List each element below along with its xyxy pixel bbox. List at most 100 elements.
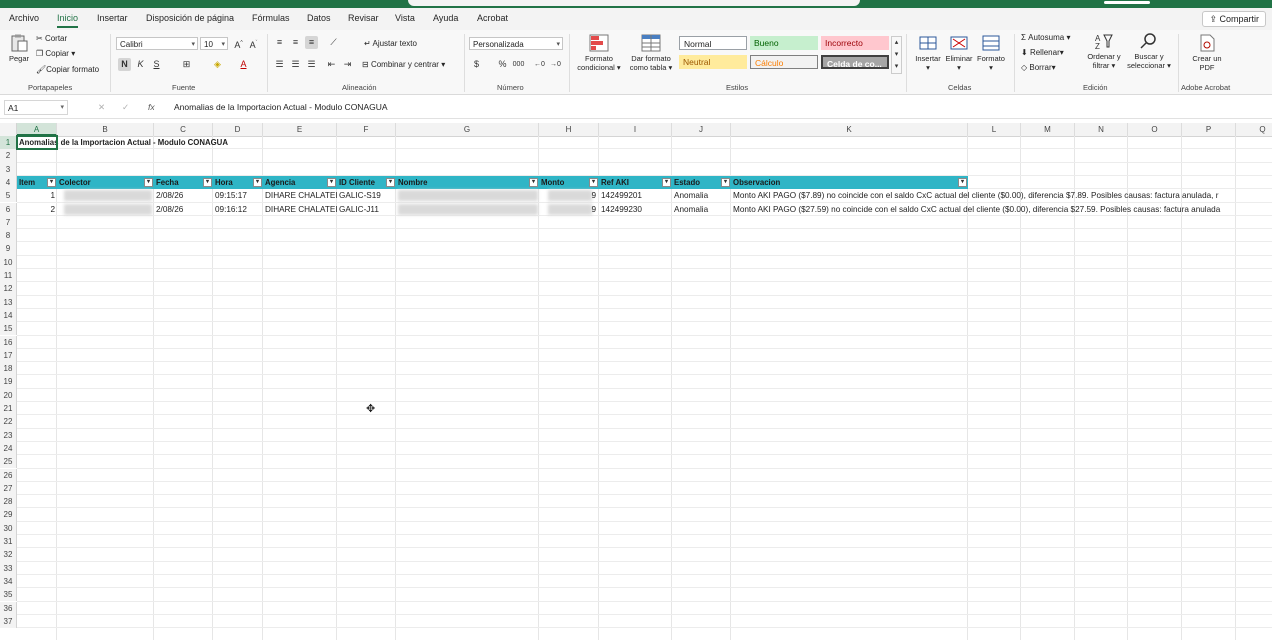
table-header-estado[interactable]: Estado ▾ [672,176,731,190]
filter-dropdown-icon[interactable]: ▾ [144,178,153,188]
find-select-button[interactable]: Buscar y seleccionar ▾ [1124,32,1174,70]
wrap-text-button[interactable]: ↵ Ajustar texto [364,39,417,48]
style-check-cell[interactable]: Celda de co... [821,55,889,69]
decrease-font-icon[interactable]: Aˇ [247,37,260,50]
tab-datos[interactable]: Datos [307,13,331,23]
tab-formulas[interactable]: Fórmulas [252,13,290,23]
row-header-10[interactable]: 10 [0,255,17,269]
filter-dropdown-icon[interactable]: ▾ [958,178,967,188]
table-header-monto[interactable]: Monto ▾ [539,176,599,190]
filter-dropdown-icon[interactable]: ▾ [529,178,538,188]
tab-ayuda[interactable]: Ayuda [433,13,458,23]
cell-estado[interactable]: Anomalia [672,189,731,202]
row-header-16[interactable]: 16 [0,335,17,349]
column-header-h[interactable]: H [539,123,599,136]
insert-cells-button[interactable]: Insertar ▾ [912,34,944,72]
column-header-j[interactable]: J [672,123,731,136]
row-header-3[interactable]: 3 [0,162,17,176]
row-header-11[interactable]: 11 [0,269,17,283]
copy-button[interactable]: ❐ Copiar ▾ [36,49,75,58]
style-normal[interactable]: Normal [679,36,747,50]
increase-decimal-icon[interactable]: ←0 [533,58,546,71]
table-header-ref-aki[interactable]: Ref AKI ▾ [599,176,672,190]
clear-button[interactable]: ◇ Borrar▾ [1021,63,1056,72]
cell-ref-aki[interactable]: 142499201 [599,189,672,202]
align-left-icon[interactable]: ☰ [273,58,286,71]
filter-dropdown-icon[interactable]: ▾ [662,178,671,188]
bold-button[interactable]: N [118,58,131,71]
name-box[interactable]: A1 ▾ [4,100,68,115]
search-box[interactable] [408,0,860,6]
row-header-27[interactable]: 27 [0,481,17,496]
row-header-21[interactable]: 21 [0,402,17,416]
account-area[interactable] [1104,1,1150,4]
delete-cells-button[interactable]: Eliminar ▾ [943,34,975,72]
row-header-23[interactable]: 23 [0,428,17,442]
sheet-title[interactable]: Anomalias de la Importacion Actual - Mod… [17,136,377,149]
paste-button[interactable]: Pegar [6,34,32,63]
align-middle-icon[interactable]: ≡ [289,36,302,49]
column-header-g[interactable]: G [396,123,539,136]
table-header-agencia[interactable]: Agencia ▾ [263,176,337,190]
row-header-14[interactable]: 14 [0,308,17,323]
align-top-icon[interactable]: ≡ [273,36,286,49]
tab-archivo[interactable]: Archivo [9,13,39,23]
format-painter-button[interactable]: 🖌Copiar formato [36,65,99,74]
merge-center-button[interactable]: ⊟ Combinar y centrar ▾ [362,60,445,69]
row-header-26[interactable]: 26 [0,468,17,482]
cell-monto[interactable]: 9 [539,203,599,216]
autosum-button[interactable]: Σ Autosuma ▾ [1021,33,1070,42]
column-header-m[interactable]: M [1021,123,1075,136]
row-header-5[interactable]: 5 [0,189,17,203]
tab-inicio[interactable]: Inicio [57,13,79,28]
row-header-4[interactable]: 4 [0,175,17,190]
tab-disposicion[interactable]: Disposición de página [146,13,234,23]
filter-dropdown-icon[interactable]: ▾ [253,178,262,188]
row-header-32[interactable]: 32 [0,548,17,562]
row-header-19[interactable]: 19 [0,375,17,389]
cell-monto[interactable]: 9 [539,189,599,202]
format-as-table-button[interactable]: Dar formato como tabla ▾ [626,34,676,72]
column-header-q[interactable]: Q [1236,123,1272,136]
align-center-icon[interactable]: ☰ [289,58,302,71]
cell-fecha[interactable]: 2/08/26 [154,189,213,202]
conditional-format-button[interactable]: Formato condicional ▾ [572,34,626,72]
column-header-l[interactable]: L [968,123,1021,136]
style-neutral[interactable]: Neutral [679,55,747,69]
style-calculation[interactable]: Cálculo [750,55,818,69]
row-header-29[interactable]: 29 [0,508,17,522]
tab-acrobat[interactable]: Acrobat [477,13,508,23]
cell-hora[interactable]: 09:15:17 [213,189,263,202]
cell-observacion[interactable]: Monto AKI PAGO ($7.89) no coincide con e… [731,189,1272,202]
row-header-12[interactable]: 12 [0,282,17,296]
cell-agencia[interactable]: DIHARE CHALATEI [263,203,337,216]
align-bottom-icon[interactable]: ≡ [305,36,318,49]
column-header-d[interactable]: D [213,123,263,136]
table-header-observacion[interactable]: Observacion ▾ [731,176,968,190]
cell-item[interactable]: 1 [17,189,57,202]
align-right-icon[interactable]: ☰ [305,58,318,71]
row-header-20[interactable]: 20 [0,388,17,402]
increase-indent-icon[interactable]: ⇥ [341,58,354,71]
confirm-icon[interactable]: ✓ [122,102,129,113]
cell-ref-aki[interactable]: 142499230 [599,203,672,216]
percent-icon[interactable]: % [496,58,509,71]
row-header-34[interactable]: 34 [0,574,17,589]
formula-input[interactable]: Anomalias de la Importacion Actual - Mod… [174,102,388,112]
decrease-decimal-icon[interactable]: →0 [549,58,562,71]
cell-id-cliente[interactable]: GALIC-S19 [337,189,396,202]
filter-dropdown-icon[interactable]: ▾ [589,178,598,188]
row-header-17[interactable]: 17 [0,348,17,363]
cell-agencia[interactable]: DIHARE CHALATEI [263,189,337,202]
column-header-o[interactable]: O [1128,123,1182,136]
fill-color-icon[interactable]: ◈ [211,58,224,71]
row-header-25[interactable]: 25 [0,455,17,469]
styles-scroll[interactable]: ▴ ▾ ▾ [891,36,902,74]
row-header-2[interactable]: 2 [0,149,17,163]
row-header-1[interactable]: 1 [0,136,17,150]
table-header-id-cliente[interactable]: ID Cliente ▾ [337,176,396,190]
column-header-k[interactable]: K [731,123,968,136]
function-icon[interactable]: fx [148,102,155,112]
format-cells-button[interactable]: Formato ▾ [975,34,1007,72]
table-header-colector[interactable]: Colector ▾ [57,176,154,190]
